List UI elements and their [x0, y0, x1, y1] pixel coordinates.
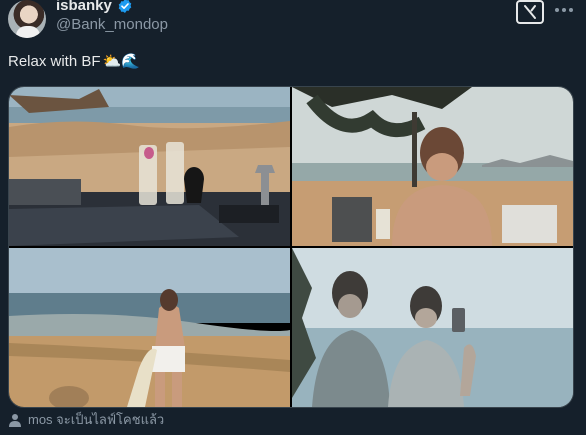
author-name-line: isbanky — [56, 0, 133, 14]
post-text-content: Relax with BF — [8, 52, 101, 70]
photo-surfboard-beach[interactable] — [9, 248, 290, 407]
person-icon — [9, 413, 21, 427]
social-context-text[interactable]: mos จะเป็นไลฟ์โคชแล้ว — [28, 409, 164, 430]
photo-beach-table[interactable] — [9, 87, 290, 246]
author-handle[interactable]: @Bank_mondop — [56, 16, 168, 33]
more-horizontal-icon — [555, 8, 573, 12]
more-options-button[interactable] — [552, 0, 576, 20]
grok-button[interactable] — [516, 0, 544, 24]
photo-man-at-table[interactable] — [292, 87, 573, 246]
author-display-name[interactable]: isbanky — [56, 0, 112, 14]
grok-icon — [524, 5, 536, 19]
post-text: Relax with BF ⛅🌊 — [8, 52, 140, 71]
media-grid — [8, 86, 574, 408]
photo-mirror-selfie[interactable] — [292, 248, 573, 407]
social-context: mos จะเป็นไลฟ์โคชแล้ว — [8, 409, 164, 430]
post-emojis: ⛅🌊 — [102, 53, 140, 70]
avatar[interactable] — [8, 0, 46, 38]
post-header: isbanky @Bank_mondop — [0, 0, 586, 44]
verified-badge-icon — [118, 0, 132, 13]
